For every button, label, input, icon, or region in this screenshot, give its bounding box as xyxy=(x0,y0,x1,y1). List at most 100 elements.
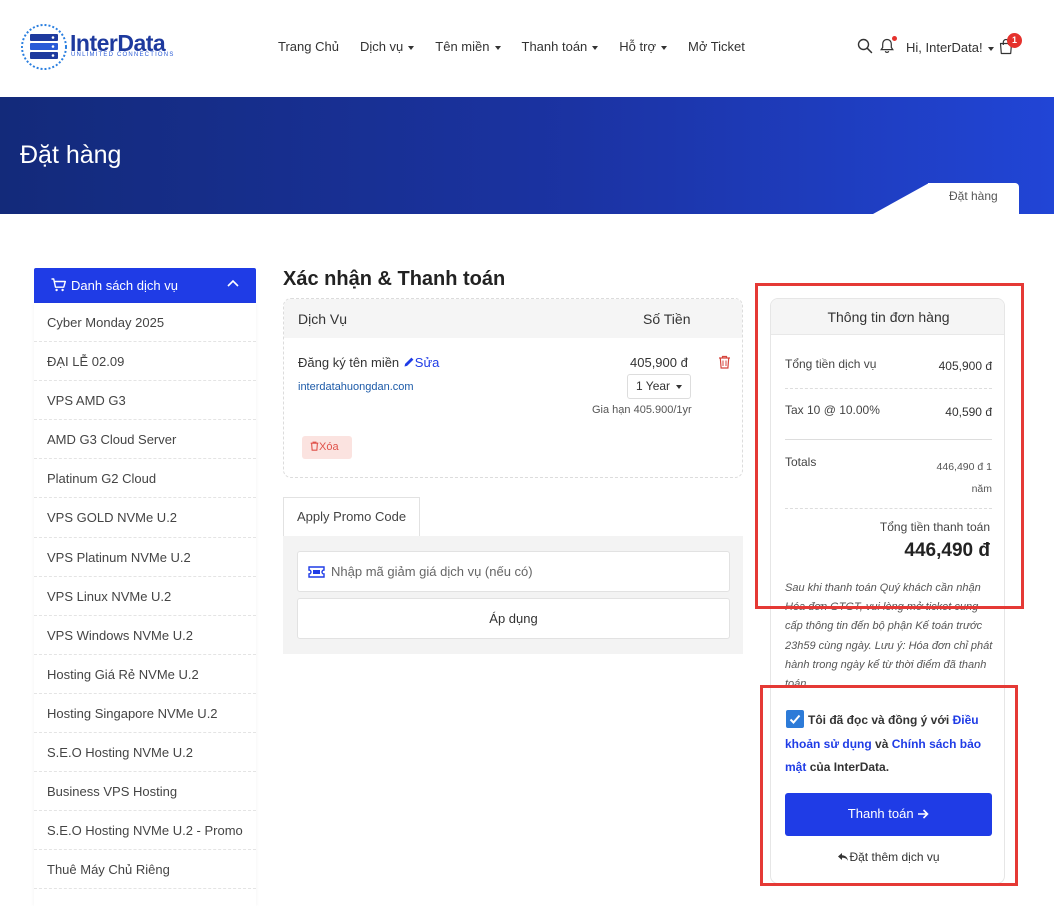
user-menu[interactable]: Hi, InterData! xyxy=(906,40,994,55)
logo-globe-icon xyxy=(21,24,67,70)
sidebar-item-vps-platinum[interactable]: VPS Platinum NVMe U.2 xyxy=(34,538,256,577)
brand-tagline: UNLIMITED CONNECTIONS xyxy=(71,52,175,58)
billing-cycle-value: 1 Year xyxy=(636,379,671,393)
sidebar-item-vps-gold[interactable]: VPS GOLD NVMe U.2 xyxy=(34,498,256,538)
nav-billing[interactable]: Thanh toán xyxy=(522,39,599,57)
trash-icon[interactable] xyxy=(718,355,731,369)
remove-item-button[interactable]: Xóa xyxy=(302,436,352,459)
chevron-down-icon xyxy=(676,384,683,389)
agree-terms-text: Tôi đã đọc và đồng ý với Điều khoản sử d… xyxy=(785,709,990,780)
nav-services-label: Dịch vụ xyxy=(359,39,404,54)
promo-code-placeholder: Nhập mã giảm giá dịch vụ (nếu có) xyxy=(331,564,533,579)
apply-promo-button[interactable]: Áp dụng xyxy=(297,598,730,639)
chevron-down-icon xyxy=(408,45,415,50)
column-amount: Số Tiền xyxy=(643,311,691,327)
agree-and: và xyxy=(875,736,889,751)
invoice-note: Sau khi thanh toán Quý khách cần nhận Hó… xyxy=(785,582,993,687)
divider xyxy=(785,508,992,509)
pencil-icon xyxy=(404,357,414,367)
site-header: InterData UNLIMITED CONNECTIONS Trang Ch… xyxy=(0,0,1054,97)
user-menu-label: Hi, InterData! xyxy=(906,40,983,55)
order-items-table: Dịch Vụ Số Tiền Đăng ký tên miền Sửa int… xyxy=(283,298,743,478)
sidebar-item-dai-le[interactable]: ĐẠI LỄ 02.09 xyxy=(34,342,256,382)
breadcrumb-slope xyxy=(873,183,929,214)
nav-billing-label: Thanh toán xyxy=(521,39,588,54)
main-nav: Trang Chủ Dịch vụ Tên miền Thanh toán Hỗ… xyxy=(278,39,766,57)
promo-code-input[interactable]: Nhập mã giảm giá dịch vụ (nếu có) xyxy=(297,551,730,592)
sidebar-item-business-vps[interactable]: Business VPS Hosting xyxy=(34,772,256,812)
breadcrumb[interactable]: Đặt hàng xyxy=(949,189,998,203)
remove-item-label: Xóa xyxy=(319,441,339,453)
chevron-down-icon xyxy=(987,46,994,51)
subtotal-row: Tổng tiền dịch vụ 405,900 đ xyxy=(785,357,992,373)
totals-value: 446,490 đ 1 năm xyxy=(936,461,992,495)
agree-suffix: của InterData. xyxy=(809,760,890,774)
checkout-label: Thanh toán xyxy=(847,806,914,821)
sidebar-item-vps-linux[interactable]: VPS Linux NVMe U.2 xyxy=(34,577,256,616)
divider xyxy=(785,388,992,389)
chevron-down-icon xyxy=(494,45,501,50)
nav-support[interactable]: Hỗ trợ xyxy=(619,39,667,57)
service-name-label: Đăng ký tên miền xyxy=(298,355,400,370)
grand-total-label: Tổng tiền thanh toán xyxy=(879,520,990,534)
sidebar-item-seo-hosting[interactable]: S.E.O Hosting NVMe U.2 xyxy=(34,733,256,773)
tax-value: 40,590 đ xyxy=(945,405,992,419)
continue-shopping-link[interactable]: Đặt thêm dịch vụ xyxy=(771,850,1004,864)
cart-icon xyxy=(51,278,66,292)
service-price: 405,900 đ xyxy=(630,355,688,370)
page-banner: Đặt hàng Đặt hàng xyxy=(0,97,1054,214)
reply-arrow-icon xyxy=(838,853,849,861)
nav-domains-label: Tên miền xyxy=(435,39,490,54)
agree-prefix: Tôi đã đọc và đồng ý với xyxy=(808,713,950,727)
sidebar-item-hosting-singapore[interactable]: Hosting Singapore NVMe U.2 xyxy=(34,694,256,734)
brand-logo[interactable]: InterData UNLIMITED CONNECTIONS xyxy=(20,18,180,76)
sidebar-item-cyber-monday[interactable]: Cyber Monday 2025 xyxy=(34,303,256,343)
service-list-title: Danh sách dịch vụ xyxy=(71,278,178,293)
edit-label: Sửa xyxy=(414,355,440,370)
edit-link[interactable]: Sửa xyxy=(403,355,440,370)
tax-row: Tax 10 @ 10.00% 40,590 đ xyxy=(785,403,992,419)
sidebar-item-hosting-gia-re[interactable]: Hosting Giá Rẻ NVMe U.2 xyxy=(34,655,256,694)
sidebar-item-platinum-g2[interactable]: Platinum G2 Cloud xyxy=(34,459,256,499)
tab-apply-promo[interactable]: Apply Promo Code xyxy=(283,497,420,537)
chevron-up-icon[interactable] xyxy=(227,279,239,287)
section-title: Xác nhận & Thanh toán xyxy=(283,268,506,290)
grand-total-value: 446,490 đ xyxy=(904,540,990,561)
trash-icon xyxy=(310,441,319,451)
search-icon[interactable] xyxy=(857,38,873,54)
nav-open-ticket[interactable]: Mở Ticket xyxy=(688,39,745,57)
sidebar-item-dedicated-server[interactable]: Thuê Máy Chủ Riêng xyxy=(34,850,256,890)
divider xyxy=(785,439,992,440)
nav-home-label: Trang Chủ xyxy=(278,39,339,54)
subtotal-value: 405,900 đ xyxy=(938,359,992,373)
sidebar-item-amd-g3-cloud[interactable]: AMD G3 Cloud Server xyxy=(34,420,256,460)
notification-dot xyxy=(892,36,897,41)
order-summary-title: Thông tin đơn hàng xyxy=(771,299,1004,335)
sidebar-item-vps-amd-g3[interactable]: VPS AMD G3 xyxy=(34,381,256,421)
checkout-button[interactable]: Thanh toán xyxy=(785,793,992,836)
table-header: Dịch Vụ Số Tiền xyxy=(284,299,742,338)
ticket-icon xyxy=(308,566,325,578)
totals-label: Totals xyxy=(785,455,817,469)
cart-count-badge: 1 xyxy=(1007,33,1022,48)
column-service: Dịch Vụ xyxy=(298,311,348,327)
promo-panel: Nhập mã giảm giá dịch vụ (nếu có) Áp dụn… xyxy=(283,536,743,654)
billing-cycle-select[interactable]: 1 Year xyxy=(627,374,691,399)
arrow-right-icon xyxy=(918,809,929,819)
service-list: Cyber Monday 2025 ĐẠI LỄ 02.09 VPS AMD G… xyxy=(34,303,256,906)
nav-domains[interactable]: Tên miền xyxy=(435,39,501,57)
continue-shopping-label: Đặt thêm dịch vụ xyxy=(849,850,940,864)
sidebar-item-vps-windows[interactable]: VPS Windows NVMe U.2 xyxy=(34,616,256,655)
nav-home[interactable]: Trang Chủ xyxy=(278,39,339,57)
service-list-header[interactable]: Danh sách dịch vụ xyxy=(34,268,256,303)
service-name: Đăng ký tên miền Sửa xyxy=(298,355,439,370)
nav-services[interactable]: Dịch vụ xyxy=(359,39,415,57)
chevron-down-icon xyxy=(660,45,667,50)
order-summary: Thông tin đơn hàng Tổng tiền dịch vụ 405… xyxy=(770,298,1005,884)
renewal-price: Gia hạn 405.900/1yr xyxy=(592,404,692,416)
nav-open-ticket-label: Mở Ticket xyxy=(687,39,745,54)
sidebar-item-seo-hosting-promo[interactable]: S.E.O Hosting NVMe U.2 - Promo xyxy=(34,811,256,851)
nav-support-label: Hỗ trợ xyxy=(619,39,656,54)
chevron-down-icon xyxy=(592,45,599,50)
tax-label: Tax 10 @ 10.00% xyxy=(785,403,880,417)
